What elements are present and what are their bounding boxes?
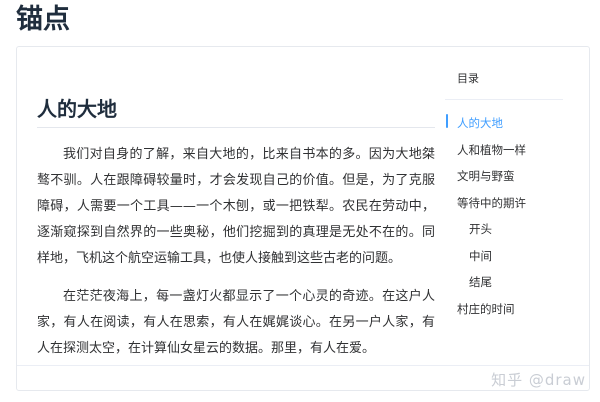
toc-item[interactable]: 开头 [445,216,563,243]
toc-item[interactable]: 中间 [445,243,563,270]
page-title: 锚点 [16,4,70,35]
toc-item[interactable]: 等待中的期许 [445,190,563,217]
toc-list: 人的大地 人和植物一样 文明与野蛮 等待中的期许 开头 中间 结尾 村庄的时间 [445,110,563,322]
toc-item[interactable]: 人的大地 [445,110,563,137]
toc-active-marker [446,114,448,128]
toc-item[interactable]: 文明与野蛮 [445,163,563,190]
toc-item[interactable]: 人和植物一样 [445,137,563,164]
toc-item[interactable]: 村庄的时间 [445,296,563,323]
section-heading: 人的大地 [37,93,435,128]
toc-title: 目录 [445,69,563,100]
paragraph: 我们对自身的了解，来自大地的，比来自书本的多。因为大地桀骜不驯。人在跟障碍较量时… [37,147,435,266]
toc-rail [445,110,447,330]
watermark: 知乎 @draw [491,371,586,389]
paragraph: 在茫茫夜海上，每一盏灯火都显示了一个心灵的奇迹。在这户人家，有人在阅读，有人在思… [37,289,435,356]
article-content[interactable]: 人的大地 我们对自身的了解，来自大地的，比来自书本的多。因为大地桀骜不驯。人在跟… [37,93,435,361]
table-of-contents: 目录 人的大地 人和植物一样 文明与野蛮 等待中的期许 开头 中间 结尾 村庄的… [445,69,563,322]
panel-footer-divider [17,365,589,366]
anchor-demo-panel: 人的大地 我们对自身的了解，来自大地的，比来自书本的多。因为大地桀骜不驯。人在跟… [16,46,590,391]
toc-item[interactable]: 结尾 [445,269,563,296]
